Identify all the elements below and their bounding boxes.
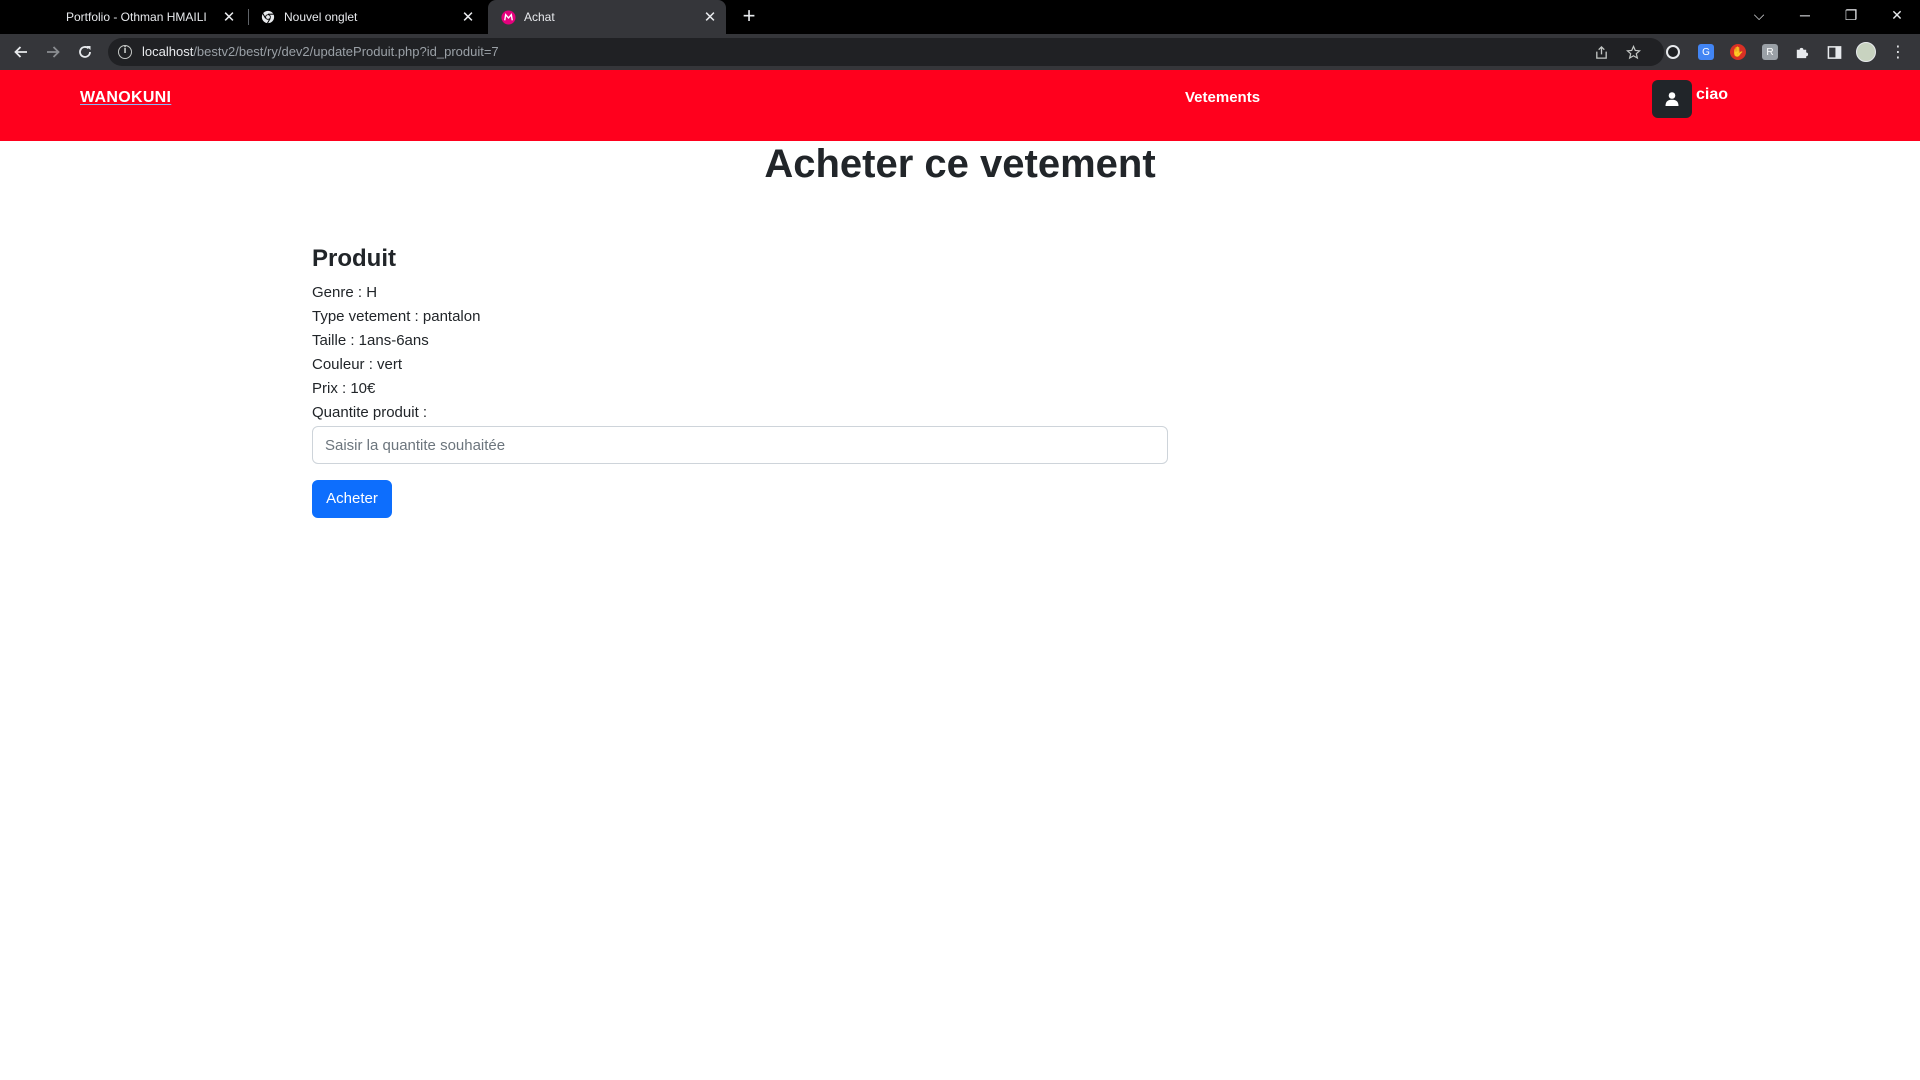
tab-portfolio[interactable]: Portfolio - Othman HMAILI ✕ (30, 0, 245, 34)
reload-icon[interactable] (73, 40, 97, 64)
brand-link[interactable]: WANOKUNI (80, 89, 171, 107)
product-card: Produit Genre : H Type vetement : pantal… (312, 245, 1168, 518)
page-favicon-icon (500, 9, 516, 25)
new-tab-button[interactable]: + (737, 5, 761, 29)
more-menu-icon[interactable]: ⋮ (1890, 44, 1906, 61)
product-heading: Produit (312, 245, 396, 272)
profile-avatar[interactable] (1856, 42, 1876, 62)
url-host: localhost (142, 44, 194, 59)
product-prix: Prix : 10€ (312, 380, 376, 397)
quantite-label: Quantite produit : (312, 404, 428, 421)
bookmark-star-icon[interactable] (1625, 44, 1641, 60)
site-info-icon[interactable]: i (118, 45, 132, 59)
site-navbar: WANOKUNI Vetements ciao (0, 70, 1920, 141)
side-panel-icon[interactable] (1826, 44, 1842, 60)
product-couleur: Couleur : vert (312, 356, 403, 373)
browser-tab-strip: Portfolio - Othman HMAILI ✕ Nouvel ongle… (0, 0, 1920, 34)
nav-link-vetements[interactable]: Vetements (1185, 89, 1260, 106)
url-text: localhost/bestv2/best/ry/dev2/updateProd… (142, 44, 499, 59)
close-icon[interactable]: ✕ (700, 7, 720, 27)
product-type: Type vetement : pantalon (312, 308, 481, 325)
extension-gray-icon[interactable]: R (1762, 44, 1778, 60)
product-taille: Taille : 1ans-6ans (312, 332, 429, 349)
blank-favicon-icon (42, 9, 58, 25)
tab-search-chevron-icon[interactable]: ⌵ (1736, 0, 1782, 30)
user-icon (1665, 92, 1679, 106)
acheter-button[interactable]: Acheter (312, 480, 392, 518)
url-path: /bestv2/best/ry/dev2/updateProduit.php?i… (193, 44, 499, 59)
browser-toolbar: i localhost/bestv2/best/ry/dev2/updatePr… (0, 34, 1920, 70)
puzzle-extensions-icon[interactable] (1793, 44, 1809, 60)
product-genre: Genre : H (312, 284, 378, 301)
address-bar[interactable]: i localhost/bestv2/best/ry/dev2/updatePr… (108, 38, 1664, 66)
share-icon[interactable] (1593, 44, 1609, 60)
close-icon[interactable]: ✕ (458, 7, 478, 27)
back-arrow-icon[interactable] (9, 40, 33, 64)
extension-circle-icon[interactable] (1666, 45, 1680, 59)
tab-nouvel-onglet[interactable]: Nouvel onglet ✕ (248, 0, 484, 34)
translate-extension-icon[interactable]: G (1698, 44, 1714, 60)
tab-achat[interactable]: Achat ✕ (488, 0, 726, 34)
chrome-icon (260, 9, 276, 25)
tab-title: Nouvel onglet (284, 10, 358, 24)
restore-icon[interactable]: ❐ (1828, 0, 1874, 30)
user-name: ciao (1696, 86, 1729, 103)
forward-arrow-icon[interactable] (41, 40, 65, 64)
page-title: Acheter ce vetement (764, 142, 1156, 186)
adblock-extension-icon[interactable]: ✋ (1730, 44, 1746, 60)
tab-title: Achat (524, 10, 555, 24)
window-close-icon[interactable]: ✕ (1874, 0, 1920, 30)
minimize-icon[interactable]: ─ (1782, 0, 1828, 30)
quantite-input[interactable] (312, 426, 1168, 464)
user-button[interactable] (1652, 80, 1692, 118)
close-icon[interactable]: ✕ (219, 7, 239, 27)
tab-title: Portfolio - Othman HMAILI (66, 10, 207, 24)
